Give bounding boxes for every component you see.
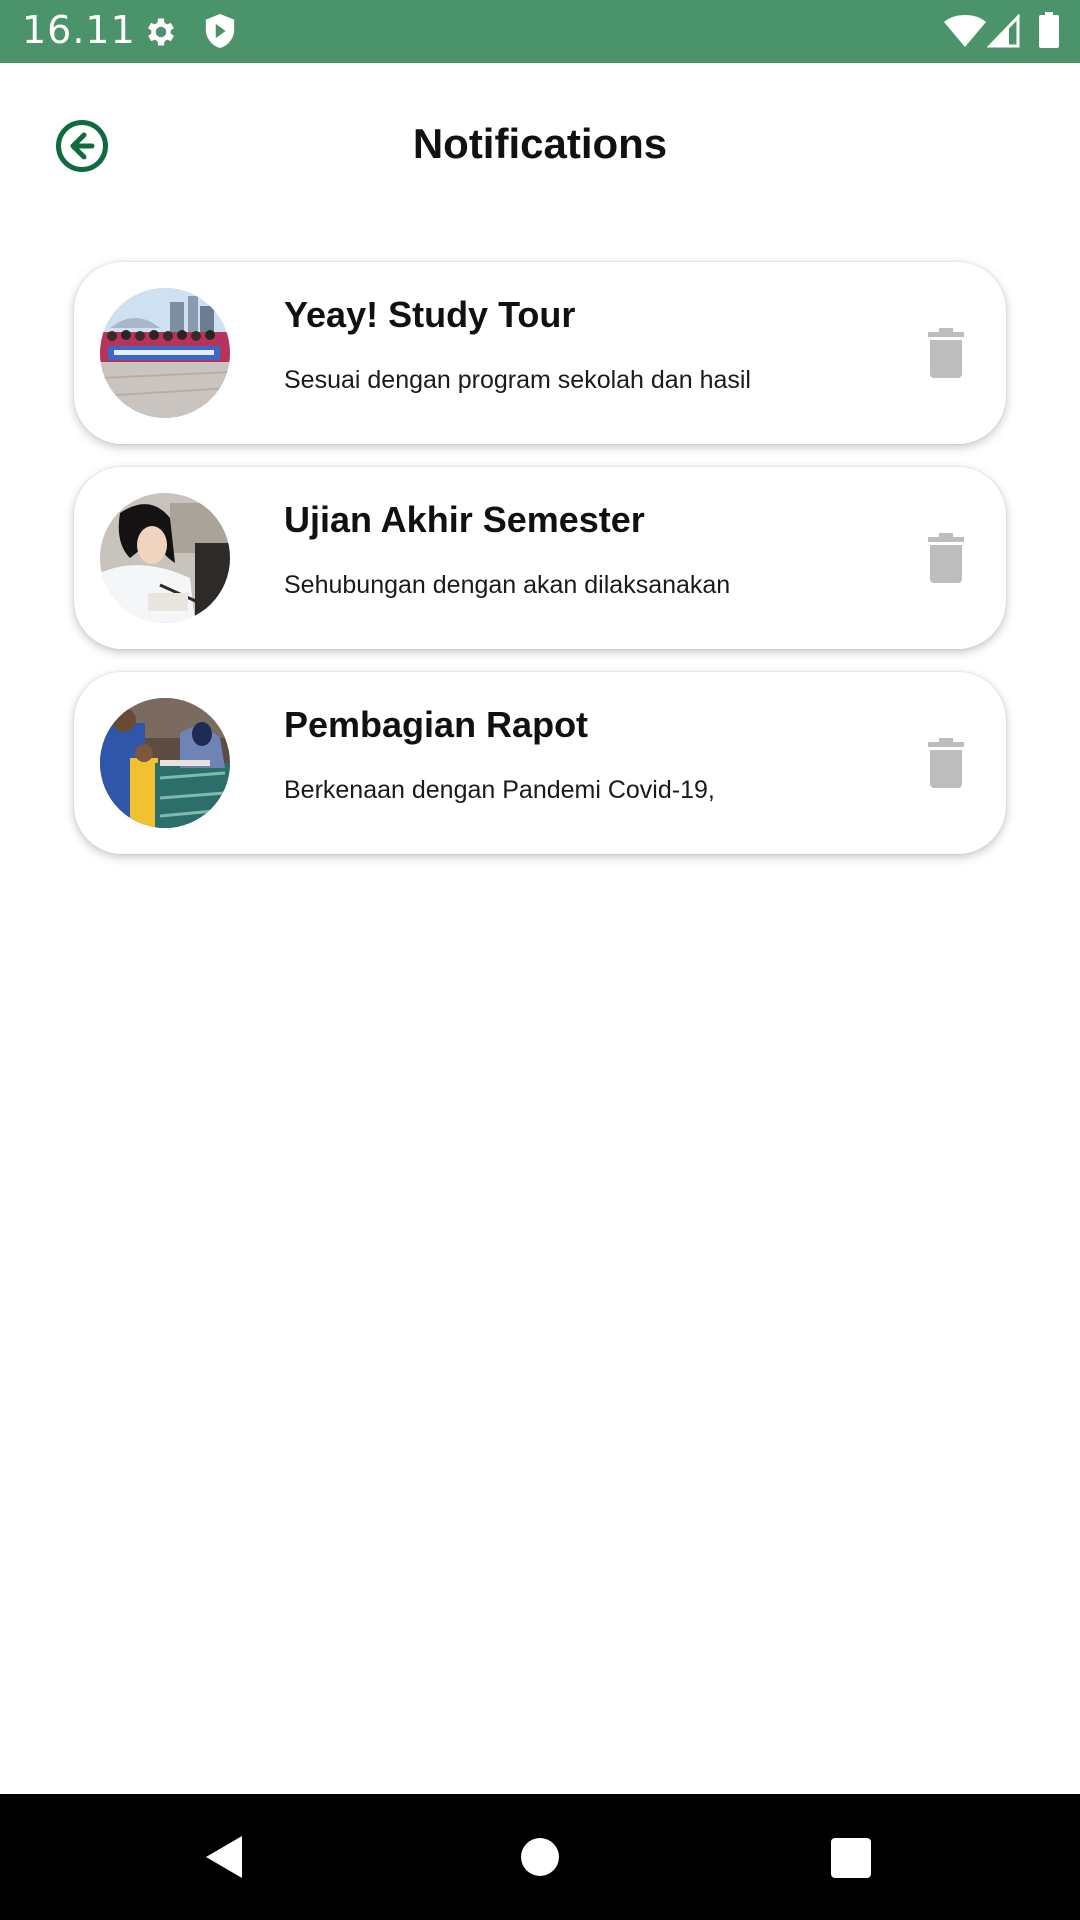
notification-body: Sesuai dengan program sekolah dan hasil: [284, 366, 751, 394]
battery-icon: [1039, 12, 1059, 48]
wifi-icon: [944, 15, 986, 47]
nav-back-icon[interactable]: [204, 1834, 244, 1880]
notification-title: Yeay! Study Tour: [284, 294, 576, 335]
trash-icon[interactable]: [926, 328, 966, 378]
avatar: [100, 493, 230, 623]
shield-icon: [205, 14, 235, 48]
navigation-bar: [0, 1794, 1080, 1920]
status-bar: 16.11: [0, 0, 1080, 63]
notification-body: Berkenaan dengan Pandemi Covid-19,: [284, 776, 715, 804]
trash-icon[interactable]: [926, 738, 966, 788]
signal-icon: [987, 14, 1020, 48]
notification-body: Sehubungan dengan akan dilaksanakan: [284, 571, 731, 599]
status-time: 16.11: [22, 8, 136, 52]
notification-card[interactable]: Ujian Akhir Semester Sehubungan dengan a…: [74, 467, 1006, 649]
page-title: Notifications: [412, 120, 668, 167]
notification-card[interactable]: Yeay! Study Tour Sesuai dengan program s…: [74, 262, 1006, 444]
notification-title: Pembagian Rapot: [284, 704, 589, 745]
nav-home-icon[interactable]: [521, 1838, 559, 1876]
notification-title: Ujian Akhir Semester: [284, 499, 645, 540]
gear-icon: [148, 18, 174, 46]
notification-card[interactable]: Pembagian Rapot Berkenaan dengan Pandemi…: [74, 672, 1006, 854]
header: Notifications: [0, 63, 1080, 228]
avatar: [100, 288, 230, 418]
trash-icon[interactable]: [926, 533, 966, 583]
nav-recents-icon[interactable]: [831, 1838, 871, 1878]
avatar: [100, 698, 230, 828]
notification-list: Yeay! Study Tour Sesuai dengan program s…: [74, 262, 1006, 877]
